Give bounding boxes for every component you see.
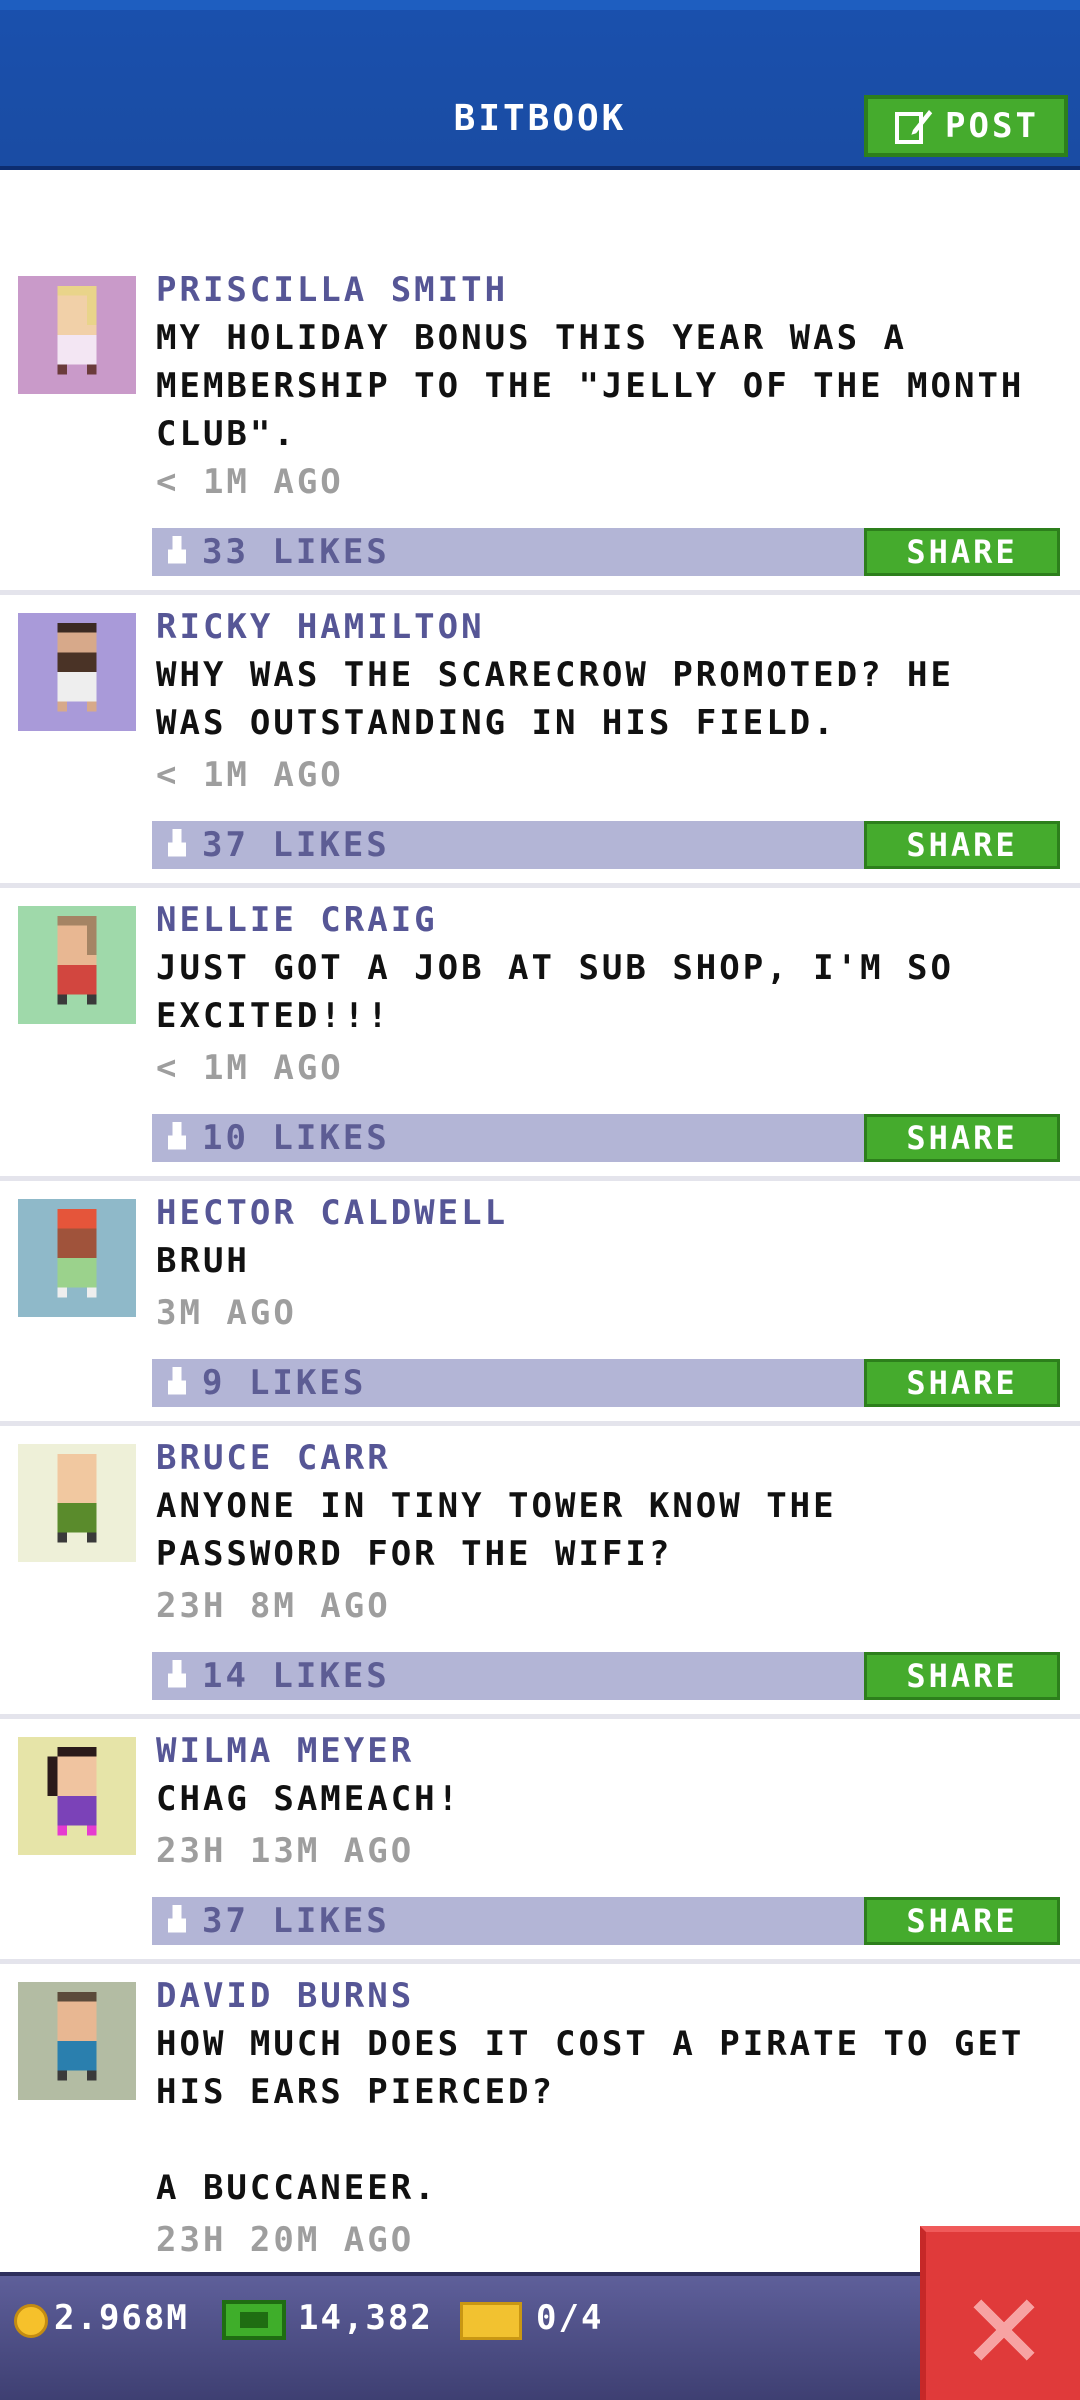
coin-icon — [14, 2304, 48, 2338]
app-header: BITBOOK POST — [0, 0, 1080, 170]
avatar[interactable] — [18, 906, 136, 1024]
share-button[interactable]: SHARE — [864, 1114, 1060, 1162]
share-button[interactable]: SHARE — [864, 1652, 1060, 1700]
post-item: WILMA MEYER CHAG SAMEACH! 23H 13M AGO 37… — [0, 1719, 1080, 1964]
ticket-icon — [460, 2302, 522, 2340]
post-time: 23H 13M AGO — [156, 1831, 415, 1871]
like-icon[interactable] — [162, 829, 192, 861]
like-icon[interactable] — [162, 1367, 192, 1399]
bux-icon — [222, 2300, 286, 2340]
feed-list[interactable]: PRISCILLA SMITH MY HOLIDAY BONUS THIS YE… — [0, 170, 1080, 2272]
post-button-label: POST — [945, 106, 1039, 146]
post-message: CHAG SAMEACH! — [156, 1779, 462, 1819]
post-time: 3M AGO — [156, 1293, 297, 1333]
close-button[interactable] — [920, 2226, 1080, 2400]
likes-count: 14 LIKES — [202, 1656, 390, 1696]
likes-count: 9 LIKES — [202, 1363, 367, 1403]
share-button[interactable]: SHARE — [864, 1359, 1060, 1407]
post-message: JUST GOT A JOB AT SUB SHOP, I'M SO EXCIT… — [156, 948, 954, 1036]
like-bar: 37 LIKES SHARE — [152, 1897, 1060, 1945]
coins-count: 2.968M — [54, 2298, 189, 2338]
like-bar: 9 LIKES SHARE — [152, 1359, 1060, 1407]
post-message: HOW MUCH DOES IT COST A PIRATE TO GET HI… — [156, 2024, 1025, 2208]
post-message: ANYONE IN TINY TOWER KNOW THE PASSWORD F… — [156, 1486, 837, 1574]
like-icon[interactable] — [162, 1660, 192, 1692]
share-button[interactable]: SHARE — [864, 821, 1060, 869]
post-item: DAVID BURNS HOW MUCH DOES IT COST A PIRA… — [0, 1964, 1080, 2272]
edit-icon — [893, 106, 933, 146]
share-button[interactable]: SHARE — [864, 1897, 1060, 1945]
avatar[interactable] — [18, 1982, 136, 2100]
post-author[interactable]: DAVID BURNS — [156, 1976, 414, 2016]
post-author[interactable]: RICKY HAMILTON — [156, 607, 485, 647]
post-author[interactable]: BRUCE CARR — [156, 1438, 391, 1478]
bux-count: 14,382 — [298, 2298, 433, 2338]
avatar[interactable] — [18, 276, 136, 394]
post-time: < 1M AGO — [156, 462, 344, 502]
likes-count: 33 LIKES — [202, 532, 390, 572]
resource-bar: 2.968M 14,382 0/4 — [0, 2272, 1080, 2400]
post-author[interactable]: WILMA MEYER — [156, 1731, 414, 1771]
post-time: < 1M AGO — [156, 1048, 344, 1088]
like-icon[interactable] — [162, 536, 192, 568]
likes-count: 37 LIKES — [202, 825, 390, 865]
avatar[interactable] — [18, 1737, 136, 1855]
avatar[interactable] — [18, 1444, 136, 1562]
like-bar: 14 LIKES SHARE — [152, 1652, 1060, 1700]
post-item: BRUCE CARR ANYONE IN TINY TOWER KNOW THE… — [0, 1426, 1080, 1719]
avatar[interactable] — [18, 1199, 136, 1317]
likes-count: 10 LIKES — [202, 1118, 390, 1158]
post-button[interactable]: POST — [864, 95, 1068, 157]
tickets-count: 0/4 — [536, 2298, 604, 2338]
post-author[interactable]: NELLIE CRAIG — [156, 900, 438, 940]
post-message: BRUH — [156, 1241, 250, 1281]
post-item: NELLIE CRAIG JUST GOT A JOB AT SUB SHOP,… — [0, 888, 1080, 1181]
like-icon[interactable] — [162, 1905, 192, 1937]
likes-count: 37 LIKES — [202, 1901, 390, 1941]
post-author[interactable]: HECTOR CALDWELL — [156, 1193, 508, 1233]
post-message: WHY WAS THE SCARECROW PROMOTED? HE WAS O… — [156, 655, 954, 743]
post-item: HECTOR CALDWELL BRUH 3M AGO 9 LIKES SHAR… — [0, 1181, 1080, 1426]
post-message: MY HOLIDAY BONUS THIS YEAR WAS A MEMBERS… — [156, 318, 1025, 454]
post-item: PRISCILLA SMITH MY HOLIDAY BONUS THIS YE… — [0, 170, 1080, 595]
post-time: 23H 20M AGO — [156, 2220, 415, 2260]
like-bar: 37 LIKES SHARE — [152, 821, 1060, 869]
post-time: < 1M AGO — [156, 755, 344, 795]
post-item: RICKY HAMILTON WHY WAS THE SCARECROW PRO… — [0, 595, 1080, 888]
post-time: 23H 8M AGO — [156, 1586, 391, 1626]
share-button[interactable]: SHARE — [864, 528, 1060, 576]
close-icon — [973, 2299, 1035, 2361]
like-bar: 10 LIKES SHARE — [152, 1114, 1060, 1162]
avatar[interactable] — [18, 613, 136, 731]
like-icon[interactable] — [162, 1122, 192, 1154]
like-bar: 33 LIKES SHARE — [152, 528, 1060, 576]
post-author[interactable]: PRISCILLA SMITH — [156, 270, 508, 310]
